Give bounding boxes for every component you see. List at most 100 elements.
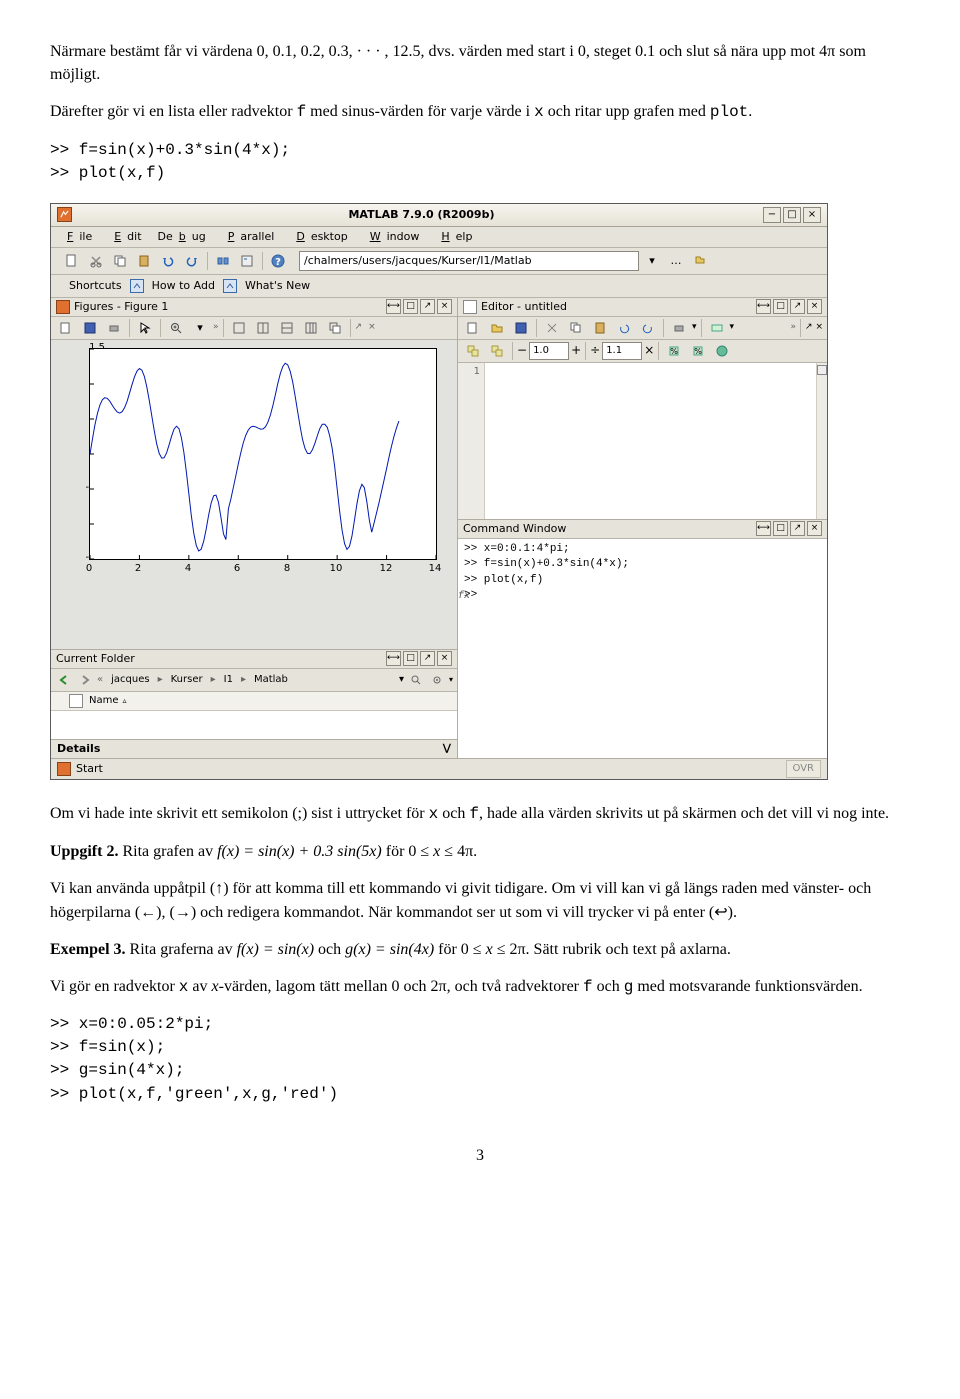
close-button[interactable]: ×: [803, 207, 821, 223]
panel-close-icon[interactable]: ×: [437, 651, 452, 666]
menu-edit[interactable]: Edit: [102, 227, 147, 247]
paste-icon[interactable]: [133, 250, 155, 272]
zoom-in-icon[interactable]: [165, 317, 187, 339]
open-icon[interactable]: [486, 317, 508, 339]
redo-icon[interactable]: [637, 317, 659, 339]
command-window-text[interactable]: >> x=0:0.1:4*pi; >> f=sin(x)+0.3*sin(4*x…: [458, 539, 827, 758]
shortcut-icon[interactable]: [223, 279, 237, 293]
guide-icon[interactable]: [236, 250, 258, 272]
menu-debug[interactable]: Debug: [152, 227, 212, 247]
start-icon[interactable]: [57, 762, 71, 776]
print-fig-icon[interactable]: [103, 317, 125, 339]
new-file-icon[interactable]: [61, 250, 83, 272]
gear-icon[interactable]: [428, 671, 446, 689]
cut-icon[interactable]: [85, 250, 107, 272]
cf-breadcrumb[interactable]: « jacques▸ Kurser▸ I1▸ Matlab ▾ ▾: [51, 669, 457, 692]
panel-minimize-icon[interactable]: □: [403, 651, 418, 666]
path-dropdown[interactable]: ▾: [641, 250, 663, 272]
cell-icon[interactable]: %: [663, 340, 685, 362]
copy-icon[interactable]: [109, 250, 131, 272]
nav-fwd-icon[interactable]: [76, 671, 94, 689]
search-icon[interactable]: [407, 671, 425, 689]
redo-icon[interactable]: [181, 250, 203, 272]
current-folder-path[interactable]: /chalmers/users/jacques/Kurser/I1/Matlab: [299, 251, 639, 271]
panel-undock-icon[interactable]: ↗: [790, 521, 805, 536]
fx-prompt-icon[interactable]: fx: [458, 591, 470, 602]
minus-icon[interactable]: −: [517, 342, 527, 359]
subplot-2-icon[interactable]: [252, 317, 274, 339]
divide-icon[interactable]: ÷: [590, 342, 600, 359]
simulink-icon[interactable]: [212, 250, 234, 272]
panel-dock-icon[interactable]: ⟷: [386, 651, 401, 666]
subplot-copy-icon[interactable]: [324, 317, 346, 339]
minimize-button[interactable]: −: [763, 207, 781, 223]
times-icon[interactable]: ×: [644, 342, 654, 359]
menu-desktop[interactable]: Desktop: [284, 227, 353, 247]
panel-dock-icon[interactable]: ⟷: [756, 299, 771, 314]
zoom-dropdown-icon[interactable]: ▾: [189, 317, 211, 339]
details-bar[interactable]: Details ⋁: [51, 739, 457, 758]
panel-close-icon[interactable]: ×: [807, 521, 822, 536]
publish-icon[interactable]: [711, 340, 733, 362]
uppgift-2: Uppgift 2. Rita grafen av f(x) = sin(x) …: [50, 840, 910, 863]
undo-icon[interactable]: [157, 250, 179, 272]
browse-folder-icon[interactable]: …: [665, 250, 687, 272]
whatsnew-link[interactable]: What's New: [245, 278, 310, 294]
breadcrumb-seg[interactable]: I1: [219, 670, 238, 691]
copy-icon[interactable]: [565, 317, 587, 339]
menu-file[interactable]: File: [55, 227, 98, 247]
nav-back-icon[interactable]: [55, 671, 73, 689]
plus-icon[interactable]: +: [571, 342, 581, 359]
details-expand-icon[interactable]: ⋁: [443, 742, 451, 757]
subplot-3-icon[interactable]: [276, 317, 298, 339]
panel-undock-icon[interactable]: ↗: [420, 299, 435, 314]
separator: [512, 342, 513, 360]
panel-dock-icon[interactable]: ⟷: [386, 299, 401, 314]
maximize-button[interactable]: □: [783, 207, 801, 223]
cut-icon[interactable]: [541, 317, 563, 339]
cf-column-header[interactable]: Name ▵: [51, 692, 457, 711]
menu-help[interactable]: Help: [429, 227, 478, 247]
menu-window[interactable]: Window: [358, 227, 426, 247]
panel-minimize-icon[interactable]: □: [773, 521, 788, 536]
save-fig-icon[interactable]: [79, 317, 101, 339]
cf-file-list[interactable]: [51, 711, 457, 739]
editor-textarea[interactable]: 1: [458, 363, 827, 519]
paste-icon[interactable]: [589, 317, 611, 339]
nav-dropdown[interactable]: ▾: [399, 673, 404, 688]
cell-prev-icon[interactable]: [462, 340, 484, 362]
panel-minimize-icon[interactable]: □: [773, 299, 788, 314]
shortcut-icon[interactable]: [130, 279, 144, 293]
paragraph-3: Om vi hade inte skrivit ett semikolon (;…: [50, 802, 910, 826]
subplot-4-icon[interactable]: [300, 317, 322, 339]
save-icon[interactable]: [510, 317, 532, 339]
panel-close-icon[interactable]: ×: [807, 299, 822, 314]
menu-parallel[interactable]: Parallel: [216, 227, 281, 247]
breadcrumb-seg[interactable]: jacques: [106, 670, 154, 691]
zoom-value-2[interactable]: 1.1: [602, 342, 642, 360]
pointer-icon[interactable]: [134, 317, 156, 339]
path-up-icon[interactable]: [689, 250, 711, 272]
math: g(x) = sin(4x): [345, 941, 434, 958]
howto-link[interactable]: How to Add: [152, 278, 215, 294]
figure-axes-area[interactable]: 1.5 1 0.5 0 -0.5 -1 -1.5 0 2 4 6 8 10 12…: [51, 340, 457, 649]
subplot-1-icon[interactable]: [228, 317, 250, 339]
breadcrumb-seg[interactable]: Matlab: [249, 670, 293, 691]
panel-close-icon[interactable]: ×: [437, 299, 452, 314]
zoom-value-1[interactable]: 1.0: [529, 342, 569, 360]
panel-dock-icon[interactable]: ⟷: [756, 521, 771, 536]
undo-icon[interactable]: [613, 317, 635, 339]
panel-minimize-icon[interactable]: □: [403, 299, 418, 314]
cell-next-icon[interactable]: [486, 340, 508, 362]
help-icon[interactable]: ?: [267, 250, 289, 272]
find-icon[interactable]: [706, 317, 728, 339]
breadcrumb-seg[interactable]: Kurser: [166, 670, 208, 691]
start-button[interactable]: Start: [76, 761, 103, 777]
panel-undock-icon[interactable]: ↗: [790, 299, 805, 314]
cell-icon2[interactable]: %: [687, 340, 709, 362]
text: Rita grafen av: [118, 843, 217, 860]
print-icon[interactable]: [668, 317, 690, 339]
new-icon[interactable]: [462, 317, 484, 339]
new-fig-icon[interactable]: [55, 317, 77, 339]
panel-undock-icon[interactable]: ↗: [420, 651, 435, 666]
